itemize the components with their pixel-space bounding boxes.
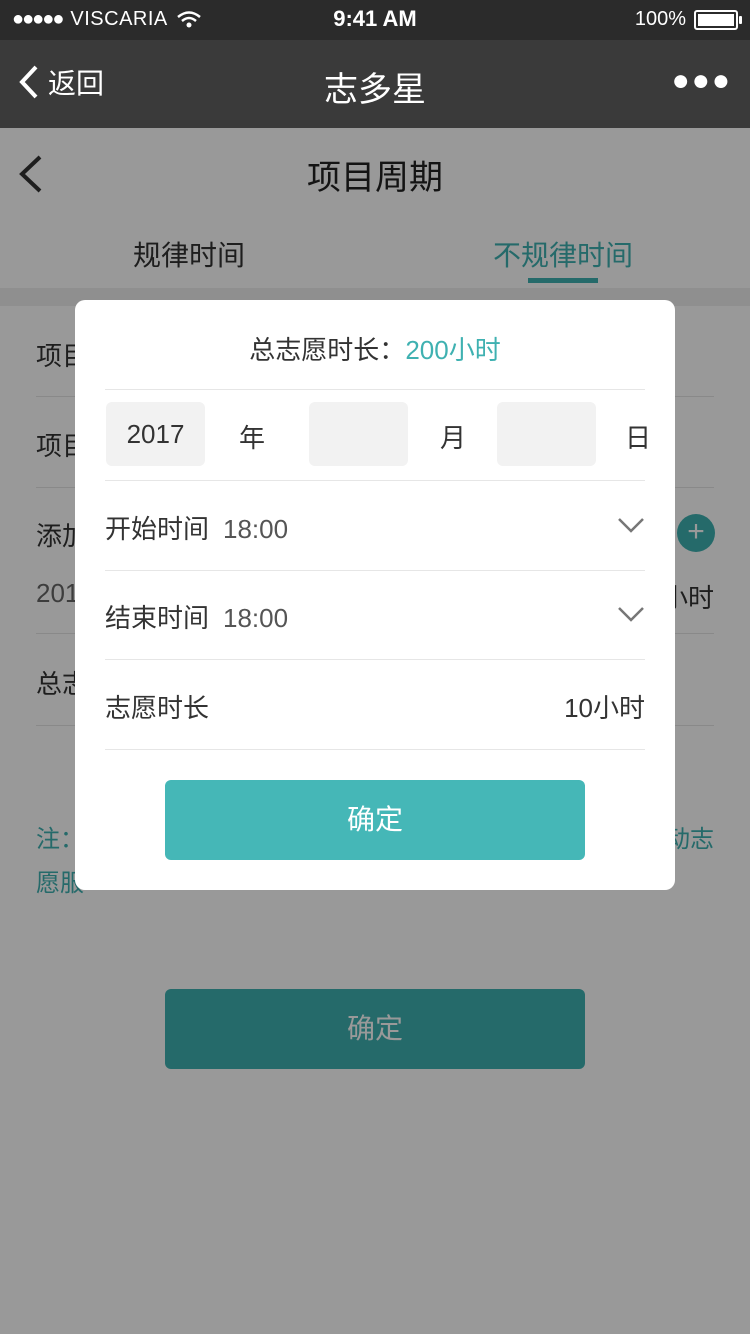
chevron-down-icon[interactable]	[617, 605, 645, 623]
app-navbar: 返回 志多星 ●●●	[0, 40, 750, 128]
month-input[interactable]	[309, 402, 408, 466]
duration-value: 10小时	[564, 693, 645, 723]
day-input[interactable]	[497, 402, 596, 466]
divider	[105, 570, 645, 571]
day-label: 日	[625, 423, 652, 453]
start-time-label: 开始时间	[105, 514, 210, 544]
end-time-value: 18:00	[223, 603, 289, 633]
more-icon[interactable]: ●●●	[672, 64, 732, 98]
total-volunteer-hours: 总志愿时长：200小时	[75, 330, 675, 367]
status-bar: ●●●●● VISCARIA 9:41 AM 100%	[0, 0, 750, 40]
end-time-select[interactable]: 结束时间 18:00	[105, 598, 645, 635]
battery-icon	[694, 9, 742, 30]
status-right: 100%	[634, 8, 742, 31]
end-time-label: 结束时间	[105, 603, 210, 633]
modal-confirm-button[interactable]: 确定	[165, 780, 585, 860]
total-value: 200小时	[405, 335, 501, 365]
chevron-down-icon[interactable]	[617, 516, 645, 534]
start-time-value: 18:00	[223, 514, 289, 544]
divider	[105, 749, 645, 750]
divider	[105, 480, 645, 481]
total-label: 总志愿时长：	[249, 335, 406, 365]
time-entry-modal: 总志愿时长：200小时 2017 年 月 日 开始时间 18:00 结束时间 18:…	[75, 300, 675, 890]
app-title: 志多星	[324, 71, 426, 109]
start-time-select[interactable]: 开始时间 18:00	[105, 509, 645, 546]
battery-percent: 100%	[634, 8, 686, 30]
month-label: 月	[440, 423, 467, 453]
divider	[105, 659, 645, 660]
year-label: 年	[239, 423, 266, 453]
divider	[105, 389, 645, 390]
year-input[interactable]: 2017	[106, 402, 205, 466]
